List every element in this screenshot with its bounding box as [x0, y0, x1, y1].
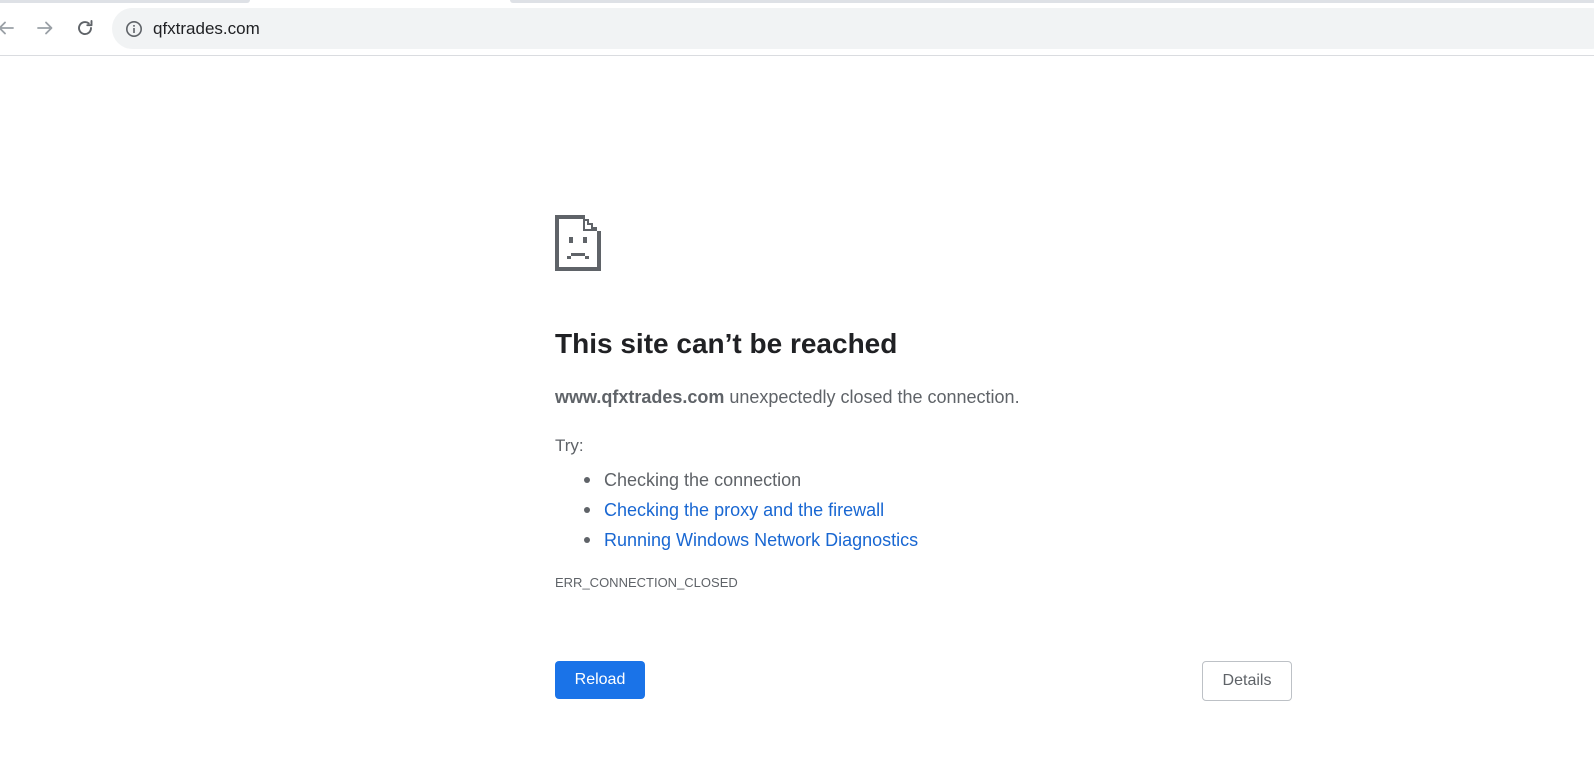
tab-strip-edge-right [510, 0, 1594, 3]
forward-arrow-icon [37, 21, 53, 35]
reload-page-button[interactable] [69, 12, 101, 44]
forward-button[interactable] [29, 12, 61, 44]
suggestion-text: Checking the connection [604, 470, 802, 490]
try-label: Try: [555, 436, 584, 455]
tab-strip-edge-left [0, 0, 250, 3]
suggestions-list: Checking the connection Checking the pro… [555, 465, 918, 555]
reload-button[interactable]: Reload [555, 661, 645, 699]
proxy-firewall-link[interactable]: Checking the proxy and the firewall [604, 500, 884, 520]
back-button[interactable] [0, 12, 22, 44]
error-summary: www.qfxtrades.com unexpectedly closed th… [555, 387, 1020, 408]
suggestion-network-diagnostics[interactable]: Running Windows Network Diagnostics [583, 525, 918, 555]
details-button[interactable]: Details [1202, 661, 1292, 701]
address-bar[interactable]: qfxtrades.com [112, 8, 1594, 49]
network-diagnostics-link[interactable]: Running Windows Network Diagnostics [604, 530, 918, 550]
sad-page-icon [555, 215, 601, 271]
page-title: This site can’t be reached [555, 328, 898, 359]
suggestion-check-proxy-firewall[interactable]: Checking the proxy and the firewall [583, 495, 918, 525]
reload-icon [78, 20, 93, 35]
error-content: This site can’t be reached www.qfxtrades… [555, 215, 1295, 701]
back-arrow-icon [0, 21, 14, 35]
info-icon[interactable] [124, 19, 144, 39]
suggestion-check-connection: Checking the connection [583, 465, 918, 495]
browser-toolbar: qfxtrades.com [0, 0, 1594, 56]
url-text[interactable]: qfxtrades.com [153, 18, 260, 39]
error-code: ERR_CONNECTION_CLOSED [555, 575, 738, 590]
summary-text: unexpectedly closed the connection. [724, 387, 1020, 407]
summary-domain: www.qfxtrades.com [555, 387, 725, 407]
